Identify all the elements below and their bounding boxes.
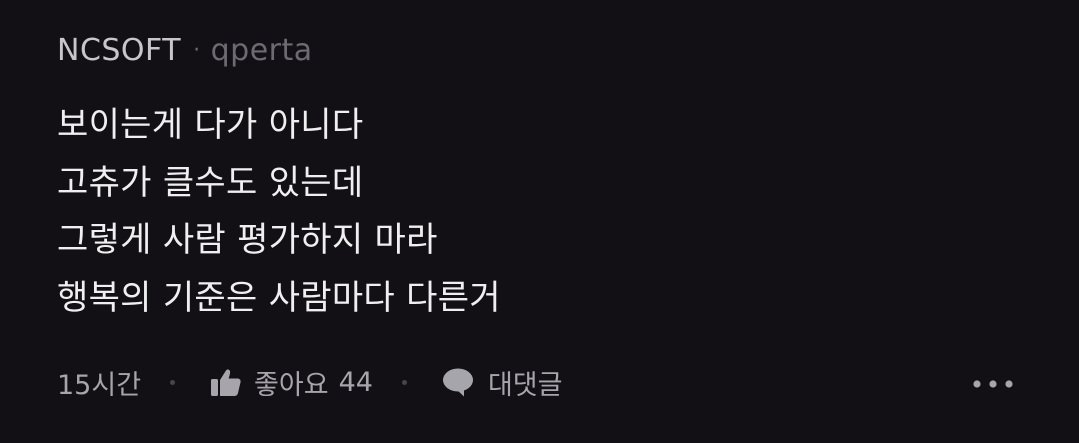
speech-bubble-icon	[442, 367, 474, 397]
comment-line: 그렇게 사람 평가하지 마라	[57, 220, 438, 260]
reply-label: 대댓글	[487, 369, 563, 401]
like-count: 44	[338, 366, 373, 398]
author-company[interactable]: NCSOFT	[57, 33, 181, 68]
more-options-button[interactable]	[969, 360, 1017, 404]
meta-separator: ·	[193, 37, 201, 63]
thumbs-up-icon	[210, 367, 242, 397]
more-horizontal-icon	[972, 373, 1014, 392]
comment-card: NCSOFT · qperta 보이는게 다가 아니다 고츄가 클수도 있는데 …	[57, 0, 1017, 443]
comment-footer: 15시간 좋아요 44 대댓글	[57, 360, 562, 404]
comment-author-row: NCSOFT · qperta	[57, 28, 313, 72]
author-handle[interactable]: qperta	[211, 33, 313, 68]
comment-line: 고츄가 클수도 있는데	[57, 162, 364, 203]
footer-separator-dot	[170, 379, 176, 385]
comment-timestamp: 15시간	[57, 369, 142, 401]
comment-line: 행복의 기준은 사람마다 다른거	[57, 277, 501, 318]
comment-body: 보이는게 다가 아니다 고츄가 클수도 있는데 그렇게 사람 평가하지 마라 행…	[57, 97, 501, 327]
reply-button[interactable]: 대댓글	[442, 363, 563, 402]
comment-line: 보이는게 다가 아니다	[57, 105, 364, 145]
like-label: 좋아요	[254, 369, 329, 401]
like-button[interactable]: 좋아요 44	[210, 363, 373, 402]
footer-separator-dot	[401, 379, 407, 385]
